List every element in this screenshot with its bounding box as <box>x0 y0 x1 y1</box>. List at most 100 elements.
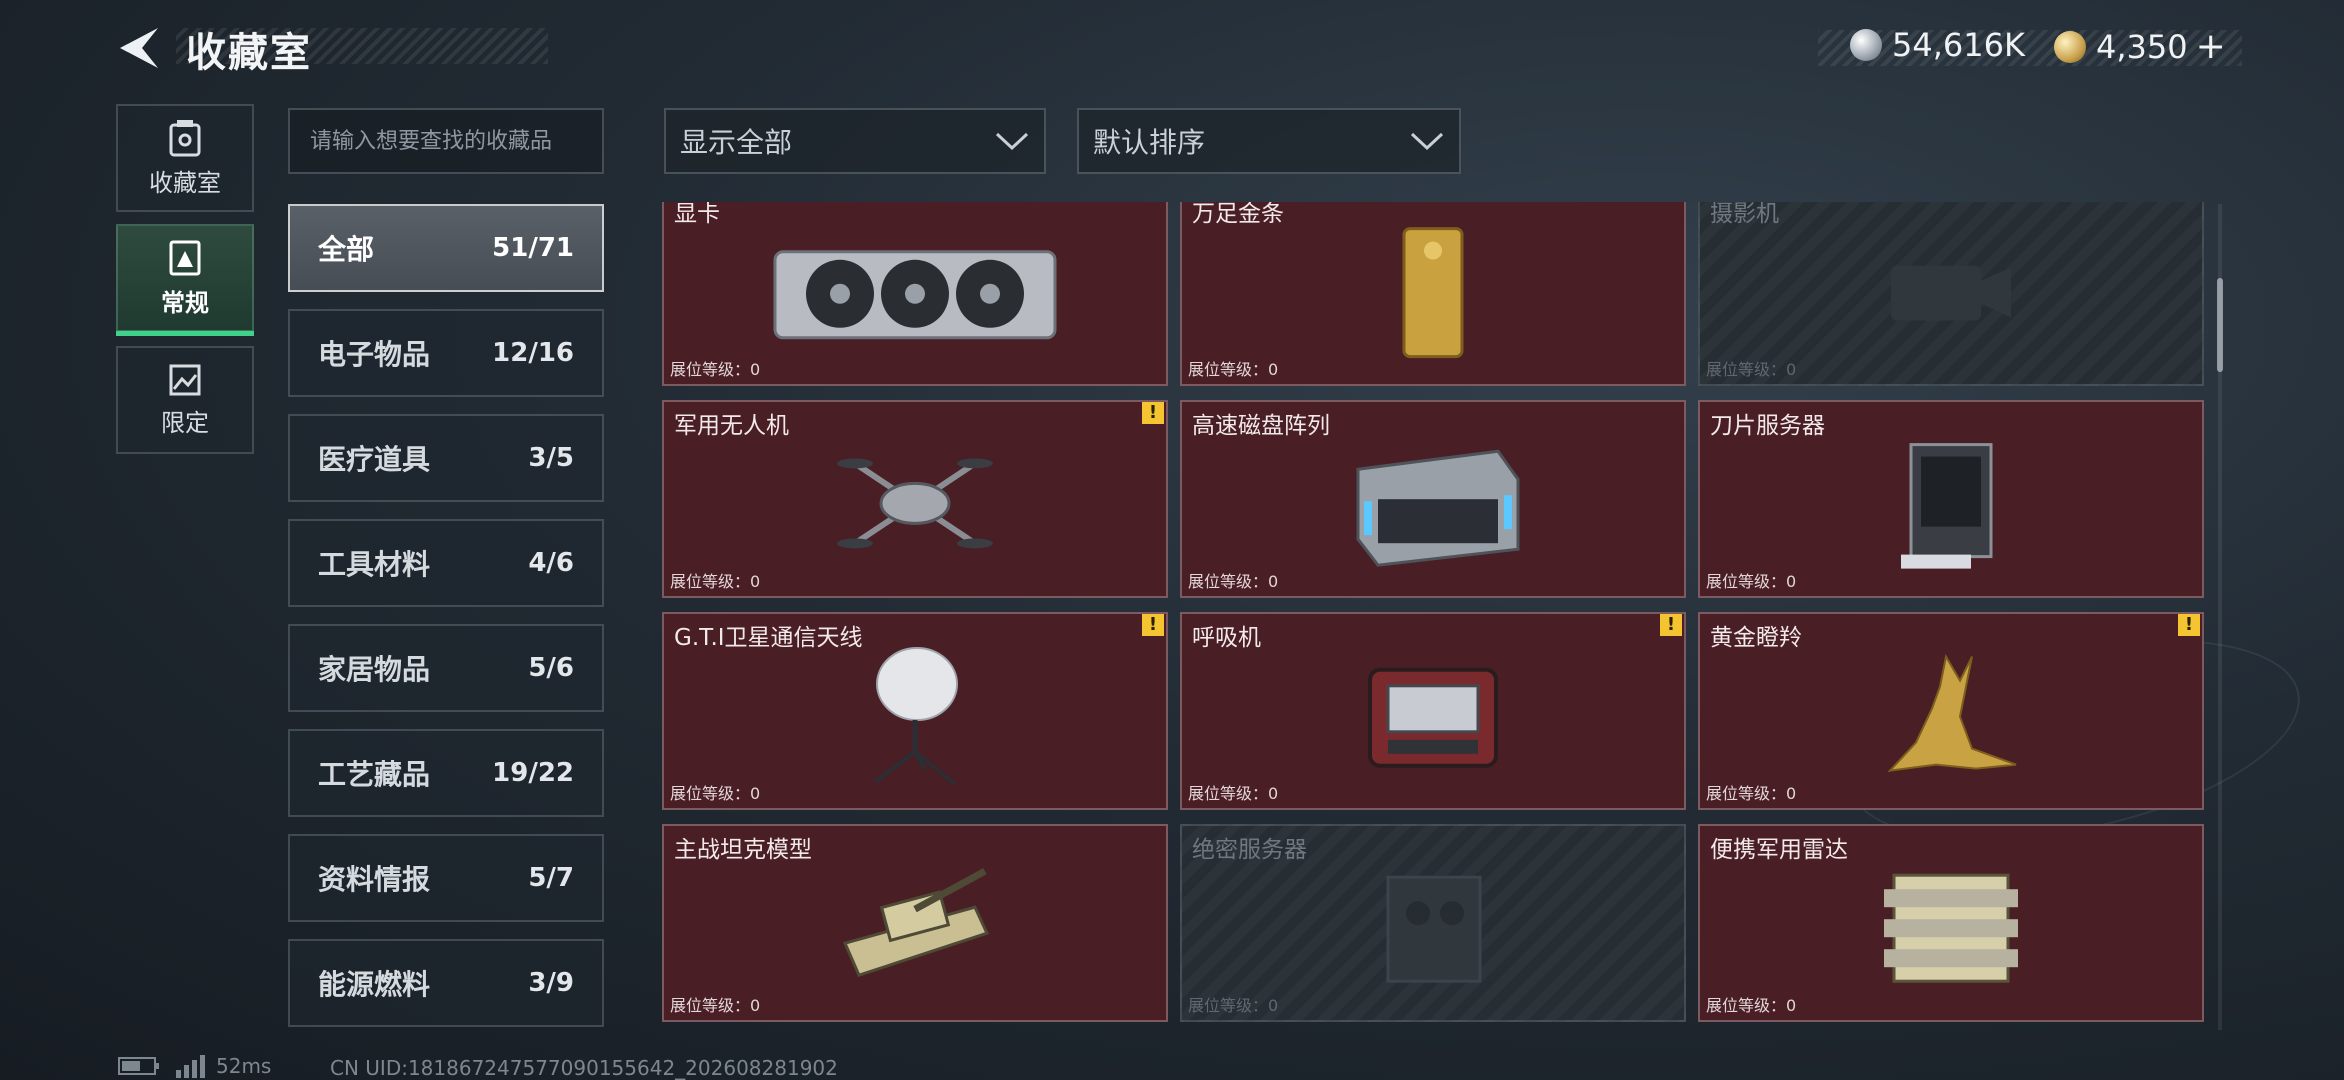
category-crafts[interactable]: 工艺藏品 19/22 <box>288 729 604 817</box>
collection-card[interactable]: 军用无人机 ! 展位等级：0 <box>662 400 1168 598</box>
sort-dropdown[interactable]: 默认排序 <box>1077 108 1461 174</box>
item-name: 刀片服务器 <box>1710 413 1825 439</box>
booth-level: 展位等级：0 <box>1706 996 1797 1015</box>
item-name: G.T.I卫星通信天线 <box>674 625 863 651</box>
signal-icon <box>176 1055 205 1078</box>
category-count: 19/22 <box>492 758 574 788</box>
silver-amount: 54,616K <box>1892 26 2025 64</box>
category-intel[interactable]: 资料情报 5/7 <box>288 834 604 922</box>
user-uid: CN UID:1818672475770901556​42_2026082819… <box>330 1056 838 1080</box>
gazelle-icon <box>1887 653 2017 772</box>
battery-icon <box>118 1057 159 1075</box>
category-medical[interactable]: 医疗道具 3/5 <box>288 414 604 502</box>
server-icon <box>1901 443 1993 569</box>
back-arrow-icon[interactable] <box>112 22 164 74</box>
add-currency-icon[interactable]: + <box>2196 26 2226 67</box>
drone-icon <box>837 458 993 549</box>
tab-regular-label: 常规 <box>161 288 209 317</box>
collection-card[interactable]: 呼吸机 ! 展位等级：0 <box>1180 612 1686 810</box>
booth-level: 展位等级：0 <box>1188 784 1279 803</box>
tank-icon <box>842 868 990 978</box>
booth-level: 展位等级：0 <box>670 784 761 803</box>
category-name: 医疗道具 <box>318 443 431 476</box>
item-name: 呼吸机 <box>1192 625 1261 651</box>
gpu-icon <box>773 250 1057 340</box>
silver-coin-icon <box>1850 29 1882 61</box>
category-name: 电子物品 <box>318 338 431 371</box>
collection-card[interactable]: 黄金瞪羚 ! 展位等级：0 <box>1698 612 2204 810</box>
gold-bar-icon <box>1402 227 1464 359</box>
booth-level: 展位等级：0 <box>1706 784 1797 803</box>
silver-currency: 54,616K <box>1850 26 2025 64</box>
item-name: 黄金瞪羚 <box>1710 625 1802 651</box>
collection-card[interactable]: 绝密服务器 展位等级：0 <box>1180 824 1686 1022</box>
tab-limited-label: 限定 <box>161 408 209 437</box>
search-input[interactable] <box>288 108 604 174</box>
chevron-down-icon <box>1410 132 1444 151</box>
item-name: 高速磁盘阵列 <box>1192 413 1330 439</box>
item-name: 便携军用雷达 <box>1710 837 1848 863</box>
category-count: 3/5 <box>528 443 574 473</box>
display-filter-value: 显示全部 <box>680 126 793 159</box>
gold-currency[interactable]: 4,350 + <box>2054 26 2226 67</box>
header: 收藏室 54,616K 4,350 + <box>0 0 2344 96</box>
collection-card[interactable]: 摄影机 展位等级：0 <box>1698 202 2204 386</box>
gold-amount: 4,350 <box>2096 27 2188 66</box>
vault-icon <box>169 119 201 156</box>
booth-level: 展位等级：0 <box>1188 996 1279 1015</box>
booth-level: 展位等级：0 <box>1188 360 1279 379</box>
chevron-down-icon <box>995 132 1029 151</box>
radar-icon <box>1884 873 2018 983</box>
display-filter-dropdown[interactable]: 显示全部 <box>664 108 1046 174</box>
collection-card[interactable]: 主战坦克模型 展位等级：0 <box>662 824 1168 1022</box>
collection-card[interactable]: G.T.I卫星通信天线 ! 展位等级：0 <box>662 612 1168 810</box>
category-tools[interactable]: 工具材料 4/6 <box>288 519 604 607</box>
item-name: 万足金条 <box>1192 202 1284 227</box>
warning-icon: ! <box>1142 402 1164 424</box>
item-name: 主战坦克模型 <box>674 837 812 863</box>
status-bar: 52ms <box>118 1054 271 1078</box>
tab-vault-label: 收藏室 <box>149 168 221 197</box>
satellite-dish-icon <box>873 647 958 786</box>
collection-card[interactable]: 刀片服务器 展位等级：0 <box>1698 400 2204 598</box>
tab-limited[interactable]: 限定 <box>116 346 254 454</box>
warning-icon: ! <box>1142 614 1164 636</box>
category-count: 3/9 <box>528 968 574 998</box>
camera-icon <box>1891 265 2011 321</box>
category-count: 12/16 <box>492 338 574 368</box>
category-name: 工具材料 <box>318 548 431 581</box>
page-title: 收藏室 <box>186 30 312 76</box>
sort-value: 默认排序 <box>1093 126 1206 159</box>
category-name: 全部 <box>318 233 375 266</box>
collection-card[interactable]: 显卡 展位等级：0 <box>662 202 1168 386</box>
booth-level: 展位等级：0 <box>670 360 761 379</box>
booth-level: 展位等级：0 <box>670 572 761 591</box>
collection-grid[interactable]: 显卡 展位等级：0 万足金条 展位等级：0 摄影机 展位等级：0 军用无人机 !… <box>660 202 2204 1032</box>
picture-icon <box>169 364 201 395</box>
item-name: 显卡 <box>674 202 720 227</box>
category-fuel[interactable]: 能源燃料 3/9 <box>288 939 604 1027</box>
category-name: 资料情报 <box>318 863 431 896</box>
scrollbar-thumb[interactable] <box>2217 278 2223 372</box>
gold-coin-icon <box>2054 30 2086 63</box>
category-count: 4/6 <box>528 548 574 578</box>
tab-regular[interactable]: 常规 <box>116 224 254 336</box>
collection-card[interactable]: 便携军用雷达 展位等级：0 <box>1698 824 2204 1022</box>
collection-card[interactable]: 高速磁盘阵列 展位等级：0 <box>1180 400 1686 598</box>
category-count: 51/71 <box>492 233 574 263</box>
warning-icon: ! <box>2178 614 2200 636</box>
booth-level: 展位等级：0 <box>1706 572 1797 591</box>
secret-server-icon <box>1386 875 1482 983</box>
ventilator-icon <box>1368 667 1498 768</box>
category-household[interactable]: 家居物品 5/6 <box>288 624 604 712</box>
category-all[interactable]: 全部 51/71 <box>288 204 604 292</box>
booth-level: 展位等级：0 <box>670 996 761 1015</box>
category-count: 5/6 <box>528 653 574 683</box>
tab-vault[interactable]: 收藏室 <box>116 104 254 212</box>
item-name: 绝密服务器 <box>1192 837 1307 863</box>
collection-card[interactable]: 万足金条 展位等级：0 <box>1180 202 1686 386</box>
category-count: 5/7 <box>528 863 574 893</box>
disk-array-icon <box>1356 449 1520 567</box>
category-electronics[interactable]: 电子物品 12/16 <box>288 309 604 397</box>
booth-level: 展位等级：0 <box>1188 572 1279 591</box>
